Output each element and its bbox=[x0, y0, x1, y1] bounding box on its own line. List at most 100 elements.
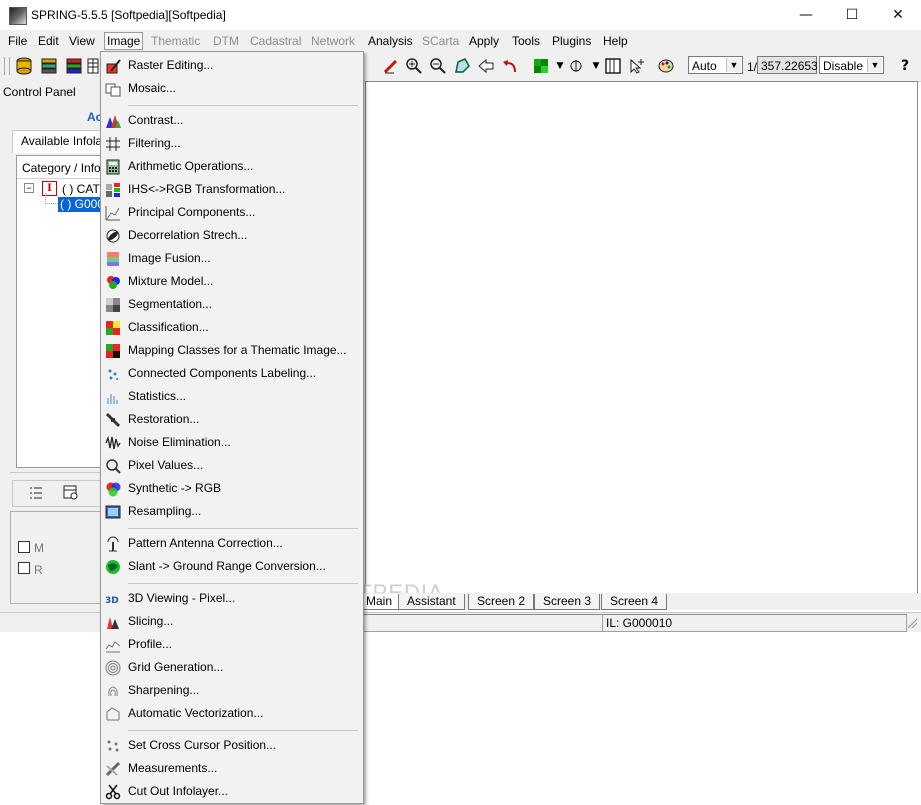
menu-cadastral[interactable]: Cadastral bbox=[248, 33, 303, 49]
color-grid-icon[interactable] bbox=[532, 57, 550, 75]
menu-item-grid-generation[interactable]: Grid Generation... bbox=[101, 656, 363, 679]
menu-item-noise-elimination[interactable]: Noise Elimination... bbox=[101, 431, 363, 454]
menu-item-cut-out-infolayer[interactable]: Cut Out Infolayer... bbox=[101, 780, 363, 803]
menu-item-ihs-rgb-transformation[interactable]: IHS<->RGB Transformation... bbox=[101, 178, 363, 201]
menu-item-label: Arithmetic Operations... bbox=[128, 159, 254, 173]
menu-item-label: Pixel Values... bbox=[128, 458, 204, 472]
ruler-icon bbox=[105, 761, 121, 777]
tree-header-label: Category / Info bbox=[22, 161, 101, 175]
menu-item-resampling[interactable]: Resampling... bbox=[101, 500, 363, 523]
menu-item-label: Decorrelation Strech... bbox=[128, 228, 248, 242]
checkbox-r-label: R bbox=[34, 563, 43, 577]
close-button[interactable]: ✕ bbox=[875, 0, 921, 30]
minimize-button[interactable]: — bbox=[783, 0, 829, 30]
menu-item-synthetic-rgb[interactable]: Synthetic -> RGB bbox=[101, 477, 363, 500]
undo-icon[interactable] bbox=[501, 57, 519, 75]
help-icon[interactable]: ? bbox=[896, 57, 914, 75]
menu-item-label: Principal Components... bbox=[128, 205, 256, 219]
pointer-dropdown-icon[interactable]: ▼ bbox=[587, 57, 605, 75]
menu-plugins[interactable]: Plugins bbox=[550, 33, 593, 49]
menu-item-arithmetic-operations[interactable]: Arithmetic Operations... bbox=[101, 155, 363, 178]
menu-item-restoration[interactable]: Restoration... bbox=[101, 408, 363, 431]
menu-item-mosaic[interactable]: Mosaic... bbox=[101, 77, 363, 100]
menu-item-slicing[interactable]: Slicing... bbox=[101, 610, 363, 633]
menu-item-decorrelation-strech[interactable]: Decorrelation Strech... bbox=[101, 224, 363, 247]
menu-item-principal-components[interactable]: Principal Components... bbox=[101, 201, 363, 224]
panel-options-group: M R bbox=[10, 511, 112, 604]
menu-edit[interactable]: Edit bbox=[36, 33, 61, 49]
menu-item-statistics[interactable]: Statistics... bbox=[101, 385, 363, 408]
zoom-in-icon[interactable] bbox=[405, 57, 423, 75]
menu-item-profile[interactable]: Profile... bbox=[101, 633, 363, 656]
window-title: SPRING-5.5.5 [Softpedia][Softpedia] bbox=[31, 8, 226, 22]
menu-apply[interactable]: Apply bbox=[467, 33, 501, 49]
menu-item-set-cross-cursor-position[interactable]: Set Cross Cursor Position... bbox=[101, 734, 363, 757]
tree-item-selected[interactable]: ( ) G000 bbox=[58, 197, 104, 212]
list-icon[interactable] bbox=[27, 484, 45, 502]
menu-network[interactable]: Network bbox=[309, 33, 357, 49]
table-icon[interactable] bbox=[87, 57, 99, 75]
menu-image[interactable]: Image bbox=[104, 32, 144, 50]
pointer-info-icon[interactable] bbox=[568, 57, 586, 75]
menu-item-mixture-model[interactable]: Mixture Model... bbox=[101, 270, 363, 293]
menu-item-connected-components-labeling[interactable]: Connected Components Labeling... bbox=[101, 362, 363, 385]
tab-screen-2[interactable]: Screen 2 bbox=[468, 594, 535, 610]
menu-scarta[interactable]: SCarta bbox=[420, 33, 461, 49]
pencil-icon[interactable] bbox=[382, 57, 400, 75]
image-menu-dropdown: Raster Editing... Mosaic... Contrast... Fil… bbox=[100, 51, 364, 804]
menu-item-label: Classification... bbox=[128, 320, 209, 334]
checkbox-m[interactable] bbox=[18, 541, 30, 553]
cursor-plus-icon[interactable] bbox=[628, 57, 646, 75]
cursor-mode-select[interactable]: Disable ▼ bbox=[819, 56, 884, 74]
resize-grip-icon[interactable] bbox=[906, 617, 918, 629]
palette-icon[interactable] bbox=[657, 57, 675, 75]
tab-label: Available Infolay bbox=[21, 134, 109, 148]
checkbox-r[interactable] bbox=[18, 562, 30, 574]
menu-help[interactable]: Help bbox=[601, 33, 630, 49]
tab-assistant[interactable]: Assistant bbox=[398, 594, 465, 610]
infolayers-icon[interactable] bbox=[65, 57, 83, 75]
menu-thematic[interactable]: Thematic bbox=[149, 33, 202, 49]
color-grid-dropdown-icon[interactable]: ▼ bbox=[551, 57, 569, 75]
menu-dtm[interactable]: DTM bbox=[211, 33, 241, 49]
frame-icon[interactable] bbox=[604, 57, 622, 75]
satellite-icon bbox=[105, 412, 121, 428]
classification-icon bbox=[105, 320, 121, 336]
database-icon[interactable] bbox=[15, 57, 33, 75]
zoom-table-icon[interactable] bbox=[62, 484, 80, 502]
collapse-icon[interactable]: − bbox=[24, 183, 34, 193]
menu-item-image-fusion[interactable]: Image Fusion... bbox=[101, 247, 363, 270]
menu-item-contrast[interactable]: Contrast... bbox=[101, 109, 363, 132]
menu-item-mapping-classes-for-a-thematic-image[interactable]: Mapping Classes for a Thematic Image... bbox=[101, 339, 363, 362]
menu-view[interactable]: View bbox=[67, 33, 97, 49]
back-arrow-icon[interactable] bbox=[477, 57, 495, 75]
polygon-select-icon[interactable] bbox=[453, 57, 471, 75]
menu-item-pattern-antenna-correction[interactable]: Pattern Antenna Correction... bbox=[101, 532, 363, 555]
menu-item-label: Noise Elimination... bbox=[128, 435, 231, 449]
menu-item-3d-viewing-pixel[interactable]: 3D 3D Viewing - Pixel... bbox=[101, 587, 363, 610]
tab-main[interactable]: Main bbox=[358, 594, 402, 610]
menu-tools[interactable]: Tools bbox=[510, 33, 542, 49]
drawing-area[interactable] bbox=[365, 81, 918, 594]
menu-item-slant-ground-range-conversion[interactable]: Slant -> Ground Range Conversion... bbox=[101, 555, 363, 578]
zoom-out-icon[interactable] bbox=[429, 57, 447, 75]
tab-screen-3[interactable]: Screen 3 bbox=[534, 594, 601, 610]
menu-item-automatic-vectorization[interactable]: Automatic Vectorization... bbox=[101, 702, 363, 725]
menu-item-sharpening[interactable]: Sharpening... bbox=[101, 679, 363, 702]
menu-item-filtering[interactable]: Filtering... bbox=[101, 132, 363, 155]
status-cell-1 bbox=[362, 614, 603, 632]
menu-item-classification[interactable]: Classification... bbox=[101, 316, 363, 339]
tab-screen-4[interactable]: Screen 4 bbox=[601, 594, 668, 610]
menu-item-measurements[interactable]: Measurements... bbox=[101, 757, 363, 780]
menu-item-segmentation[interactable]: Segmentation... bbox=[101, 293, 363, 316]
scale-field[interactable]: 357.22653 bbox=[757, 56, 818, 74]
svg-text:3D: 3D bbox=[105, 596, 119, 606]
maximize-button[interactable]: ☐ bbox=[829, 0, 875, 30]
menu-item-pixel-values[interactable]: Pixel Values... bbox=[101, 454, 363, 477]
zoom-mode-select[interactable]: Auto ▼ bbox=[688, 56, 743, 74]
menu-analysis[interactable]: Analysis bbox=[366, 33, 415, 49]
contrast-icon bbox=[105, 113, 121, 129]
menu-item-raster-editing[interactable]: Raster Editing... bbox=[101, 54, 363, 77]
menu-file[interactable]: File bbox=[6, 33, 29, 49]
layers-icon[interactable] bbox=[40, 57, 58, 75]
